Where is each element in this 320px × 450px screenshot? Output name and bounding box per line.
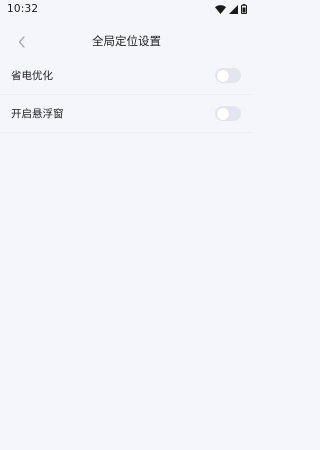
page-title: 全局定位设置 — [92, 34, 161, 48]
toggle-knob — [216, 69, 229, 82]
nav-bar: 全局定位设置 — [0, 26, 253, 58]
floating-window-toggle[interactable] — [215, 106, 241, 121]
status-time: 10:32 — [7, 3, 39, 15]
toggle-knob — [216, 107, 229, 120]
power-saving-toggle[interactable] — [215, 68, 241, 83]
setting-row-floating-window: 开启悬浮窗 — [0, 95, 253, 133]
signal-icon — [229, 4, 238, 14]
setting-label: 开启悬浮窗 — [11, 108, 64, 120]
status-icons — [215, 4, 247, 14]
settings-list: 省电优化 开启悬浮窗 — [0, 57, 253, 133]
wifi-icon — [215, 4, 226, 14]
setting-label: 省电优化 — [11, 70, 53, 82]
battery-icon — [241, 4, 247, 14]
setting-row-power-saving: 省电优化 — [0, 57, 253, 95]
status-bar: 10:32 — [0, 0, 253, 18]
